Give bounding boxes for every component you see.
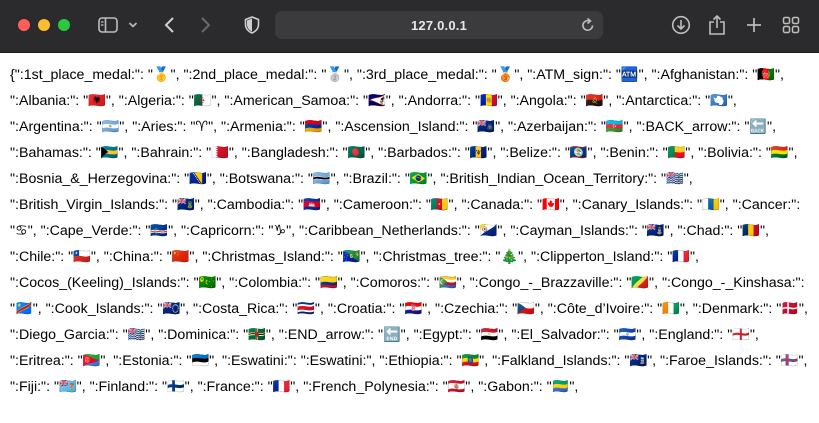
page-content: {":1st_place_medal:": "🥇", ":2nd_place_m…	[0, 53, 819, 423]
reload-icon[interactable]	[581, 17, 595, 38]
sidebar-icon[interactable]	[96, 13, 120, 37]
share-icon[interactable]	[706, 13, 728, 37]
new-tab-icon[interactable]	[743, 13, 765, 37]
zoom-window-button[interactable]	[58, 19, 70, 31]
download-icon[interactable]	[670, 13, 692, 37]
tab-overview-icon[interactable]	[780, 13, 802, 37]
forward-icon[interactable]	[195, 13, 215, 37]
close-window-button[interactable]	[18, 19, 30, 31]
json-text: {":1st_place_medal:": "🥇", ":2nd_place_m…	[10, 67, 808, 395]
minimize-window-button[interactable]	[38, 19, 50, 31]
url-text: 127.0.0.1	[410, 18, 467, 33]
shield-icon[interactable]	[242, 13, 262, 37]
address-bar[interactable]: 127.0.0.1	[275, 11, 603, 39]
chevron-down-icon[interactable]	[126, 13, 140, 37]
browser-window: 127.0.0.1 {":1st_place_medal:": "🥇", ":2…	[0, 0, 819, 423]
back-icon[interactable]	[160, 13, 180, 37]
browser-toolbar: 127.0.0.1	[0, 0, 819, 53]
